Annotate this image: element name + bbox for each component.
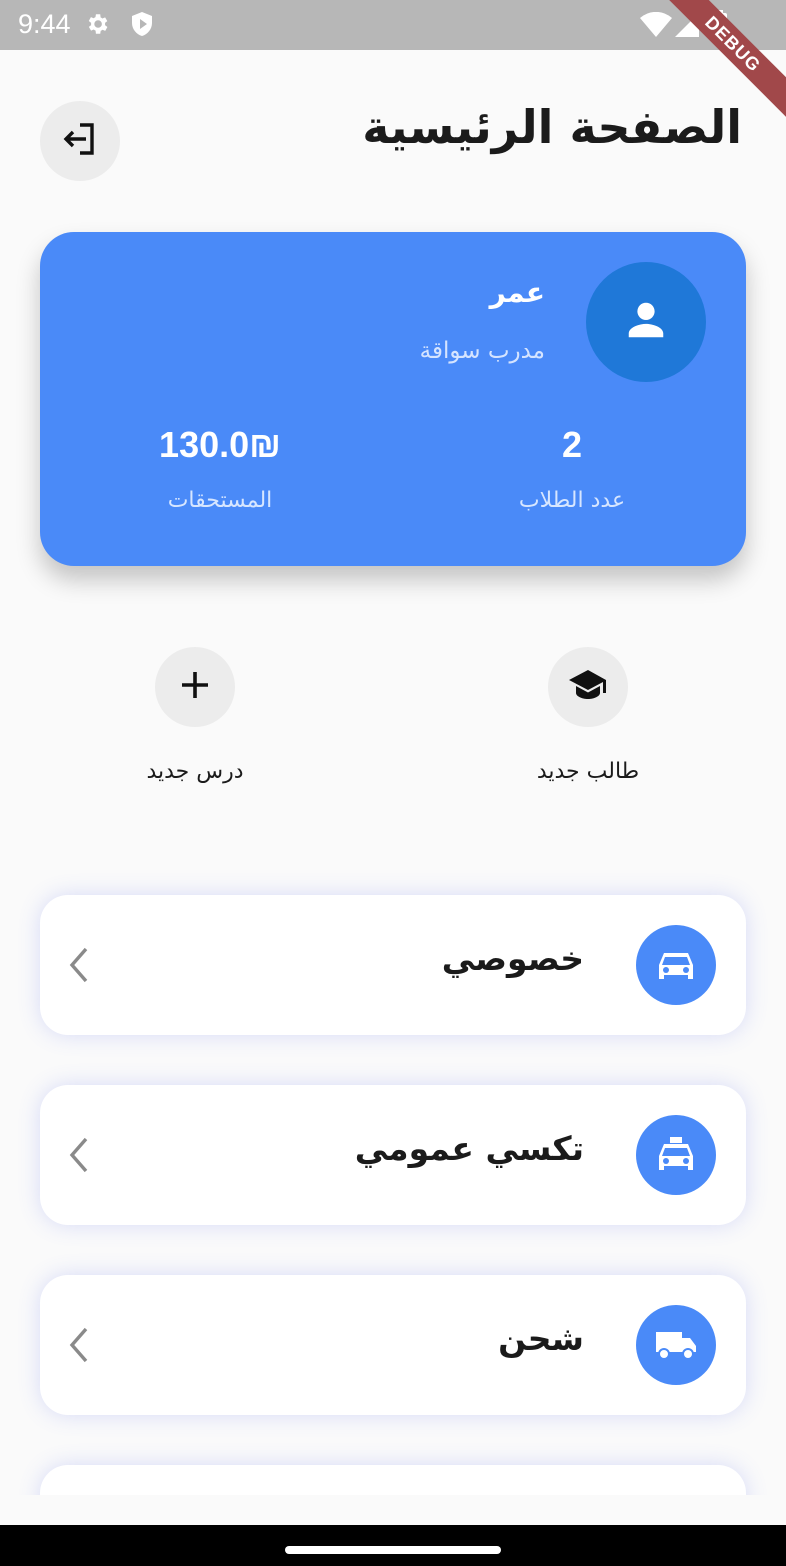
dues-stat: 130.0₪ المستحقات xyxy=(130,424,310,513)
plus-icon xyxy=(178,668,212,706)
new-lesson-button[interactable] xyxy=(155,647,235,727)
category-freight[interactable]: شحن xyxy=(40,1275,746,1415)
status-bar: 9:44 DEBUG xyxy=(0,0,786,122)
logout-button[interactable] xyxy=(40,101,120,181)
shield-play-icon xyxy=(130,11,154,41)
page-title: الصفحة الرئيسية xyxy=(362,100,742,154)
taxi-icon xyxy=(636,1115,716,1195)
profile-card: عمر مدرب سواقة 2 عدد الطلاب 130.0₪ المست… xyxy=(40,232,746,566)
status-time: 9:44 xyxy=(18,9,71,39)
category-private[interactable]: خصوصي xyxy=(40,895,746,1035)
students-count-stat: 2 عدد الطلاب xyxy=(492,424,652,513)
profile-name: عمر xyxy=(489,276,545,309)
settings-gear-icon xyxy=(84,11,110,41)
person-icon xyxy=(623,297,669,347)
stat-label: عدد الطلاب xyxy=(518,488,626,513)
system-nav-bar xyxy=(0,1525,786,1566)
new-lesson-action[interactable]: درس جديد xyxy=(95,647,295,784)
category-label: شحن xyxy=(498,1319,584,1358)
logout-icon xyxy=(58,117,102,165)
new-student-button[interactable] xyxy=(548,647,628,727)
stat-label: المستحقات xyxy=(167,488,273,513)
truck-icon xyxy=(636,1305,716,1385)
chevron-left-icon xyxy=(66,945,92,989)
stat-value: 2 xyxy=(561,424,583,465)
graduation-cap-icon xyxy=(568,668,608,706)
car-icon xyxy=(636,925,716,1005)
chevron-left-icon xyxy=(66,1325,92,1369)
profile-role: مدرب سواقة xyxy=(419,338,545,364)
new-lesson-label: درس جديد xyxy=(146,759,244,784)
category-public-taxi[interactable]: تكسي عمومي xyxy=(40,1085,746,1225)
wifi-icon xyxy=(640,11,672,42)
new-student-label: طالب جديد xyxy=(536,759,640,784)
avatar xyxy=(586,262,706,382)
stat-value: 130.0₪ xyxy=(159,424,281,465)
new-student-action[interactable]: طالب جديد xyxy=(488,647,688,784)
scroll-clip xyxy=(0,1495,786,1525)
category-label: خصوصي xyxy=(441,939,584,978)
chevron-left-icon xyxy=(66,1135,92,1179)
home-gesture-handle[interactable] xyxy=(285,1546,501,1554)
category-label: تكسي عمومي xyxy=(354,1129,584,1168)
